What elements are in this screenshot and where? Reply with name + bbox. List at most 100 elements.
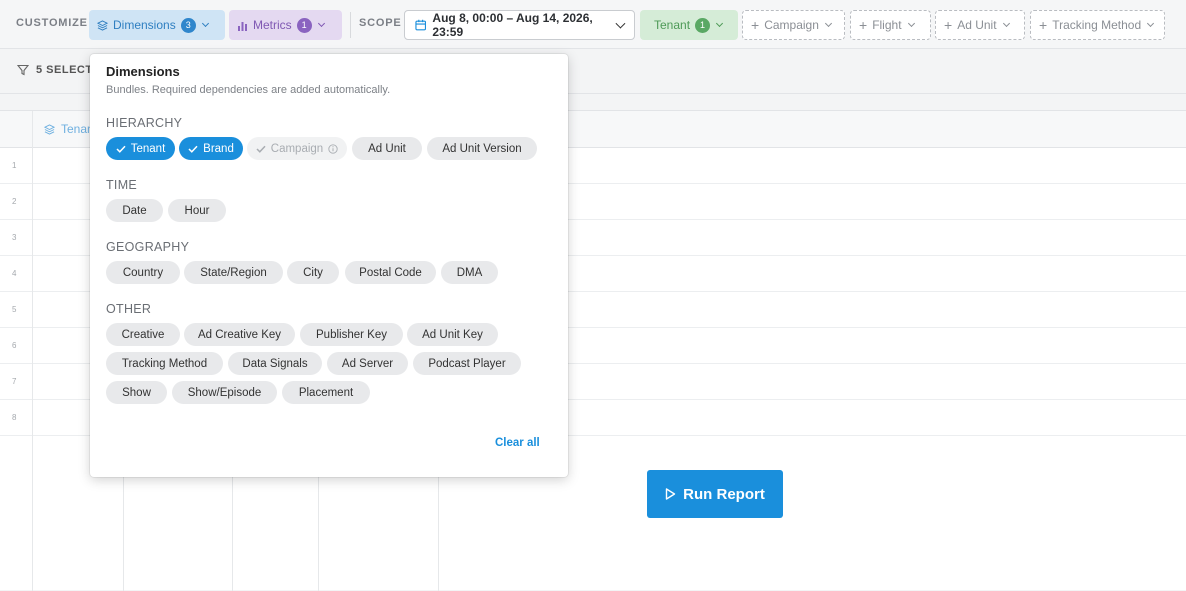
column-header-tenant-label: Tenan — [61, 122, 94, 136]
add-flight-filter-button[interactable]: + Flight — [850, 10, 931, 40]
chip-label: Date — [122, 204, 147, 217]
row-number: 6 — [12, 341, 17, 350]
chip-show[interactable]: Show — [106, 381, 167, 404]
calendar-icon — [415, 19, 427, 31]
add-campaign-filter-button[interactable]: + Campaign — [742, 10, 845, 40]
tenant-filter-label: Tenant — [654, 18, 691, 32]
chip-city[interactable]: City — [287, 261, 339, 284]
plus-icon: + — [944, 17, 953, 33]
check-icon — [116, 145, 126, 153]
chip-ad-unit-key[interactable]: Ad Unit Key — [407, 323, 498, 346]
clear-all-link[interactable]: Clear all — [495, 437, 540, 449]
chip-show-episode[interactable]: Show/Episode — [172, 381, 277, 404]
column-header-tenant[interactable]: Tenan — [44, 122, 94, 136]
chip-ad-server[interactable]: Ad Server — [327, 352, 408, 375]
chevron-down-icon — [1147, 19, 1155, 28]
chip-creative[interactable]: Creative — [106, 323, 180, 346]
chip-ad-unit-version[interactable]: Ad Unit Version — [427, 137, 537, 160]
dropdown-subtitle: Bundles. Required dependencies are added… — [106, 84, 391, 96]
chip-label: Brand — [203, 142, 234, 155]
row-number: 8 — [12, 413, 17, 422]
chip-label: Hour — [184, 204, 210, 217]
top-toolbar: CUSTOMIZE Dimensions 3 Metrics 1 SCOPE A… — [0, 0, 1186, 49]
chip-label: Creative — [121, 328, 165, 341]
dimensions-dropdown: Dimensions Bundles. Required dependencie… — [90, 54, 568, 477]
row-number: 2 — [12, 197, 17, 206]
chip-state-region[interactable]: State/Region — [184, 261, 283, 284]
metrics-count-badge: 1 — [296, 17, 312, 33]
chevron-down-icon — [317, 19, 325, 28]
date-range-picker[interactable]: Aug 8, 00:00 – Aug 14, 2026, 23:59 — [404, 10, 635, 40]
chip-hour[interactable]: Hour — [168, 199, 226, 222]
scope-label: SCOPE — [359, 17, 402, 29]
chip-placement[interactable]: Placement — [282, 381, 370, 404]
row-number-column-divider — [32, 111, 33, 591]
bar-chart-icon — [238, 21, 247, 31]
chip-label: Country — [122, 266, 164, 279]
chip-label: Show/Episode — [187, 386, 262, 399]
plus-icon: + — [859, 17, 868, 33]
row-number: 4 — [12, 269, 17, 278]
chip-label: Ad Creative Key — [197, 328, 282, 341]
customize-label: CUSTOMIZE — [16, 17, 88, 29]
row-number: 1 — [12, 161, 17, 170]
chevron-down-icon — [824, 19, 832, 28]
chip-label: Ad Unit Key — [422, 328, 483, 341]
chip-label: Tracking Method — [121, 357, 208, 370]
metrics-button[interactable]: Metrics 1 — [229, 10, 342, 40]
layers-icon — [44, 123, 55, 135]
play-icon — [665, 488, 676, 500]
row-number: 7 — [12, 377, 17, 386]
chip-label: Ad Server — [341, 357, 394, 370]
check-icon — [188, 145, 198, 153]
add-ad-unit-filter-button[interactable]: + Ad Unit — [935, 10, 1025, 40]
chip-label: Publisher Key — [316, 328, 387, 341]
chevron-down-icon — [907, 19, 915, 28]
section-title-time: TIME — [106, 178, 138, 192]
chevron-down-icon — [201, 19, 209, 28]
chip-ad-unit[interactable]: Ad Unit — [352, 137, 422, 160]
section-title-geography: GEOGRAPHY — [106, 240, 190, 254]
info-icon[interactable] — [328, 143, 338, 154]
chip-dma[interactable]: DMA — [441, 261, 498, 284]
chip-data-signals[interactable]: Data Signals — [228, 352, 322, 375]
chip-ad-creative-key[interactable]: Ad Creative Key — [184, 323, 295, 346]
run-report-button[interactable]: Run Report — [647, 470, 783, 518]
add-tracking-method-filter-button[interactable]: + Tracking Method — [1030, 10, 1165, 40]
layers-icon — [97, 19, 108, 31]
dimensions-button[interactable]: Dimensions 3 — [89, 10, 225, 40]
chip-label: City — [303, 266, 323, 279]
chip-podcast-player[interactable]: Podcast Player — [413, 352, 521, 375]
tenant-count-badge: 1 — [695, 17, 711, 33]
chip-label: Show — [122, 386, 151, 399]
check-icon — [256, 145, 266, 153]
chip-label: Ad Unit — [368, 142, 406, 155]
chip-label: Campaign — [270, 142, 324, 155]
chip-label: Tenant — [130, 142, 166, 155]
row-number: 3 — [12, 233, 17, 242]
tracking-method-filter-label: Tracking Method — [1052, 18, 1142, 32]
chip-date[interactable]: Date — [106, 199, 163, 222]
chip-label: Data Signals — [242, 357, 308, 370]
chip-label: Postal Code — [359, 266, 422, 279]
campaign-filter-label: Campaign — [764, 18, 819, 32]
chip-tracking-method[interactable]: Tracking Method — [106, 352, 223, 375]
plus-icon: + — [1039, 17, 1048, 33]
chip-campaign[interactable]: Campaign — [247, 137, 347, 160]
row-number: 5 — [12, 305, 17, 314]
chip-publisher-key[interactable]: Publisher Key — [300, 323, 403, 346]
dimensions-count-badge: 3 — [180, 17, 196, 33]
chip-postal-code[interactable]: Postal Code — [345, 261, 436, 284]
dimensions-label: Dimensions — [113, 18, 176, 32]
date-range-value: Aug 8, 00:00 – Aug 14, 2026, 23:59 — [432, 11, 593, 39]
filter-icon — [17, 64, 29, 76]
chip-brand[interactable]: Brand — [179, 137, 243, 160]
metrics-label: Metrics — [253, 18, 292, 32]
section-title-other: OTHER — [106, 302, 152, 316]
run-report-label: Run Report — [683, 485, 765, 503]
chip-country[interactable]: Country — [106, 261, 180, 284]
tenant-filter-button[interactable]: Tenant 1 — [640, 10, 738, 40]
chip-tenant[interactable]: Tenant — [106, 137, 175, 160]
ad-unit-filter-label: Ad Unit — [957, 18, 997, 32]
chip-label: State/Region — [200, 266, 267, 279]
